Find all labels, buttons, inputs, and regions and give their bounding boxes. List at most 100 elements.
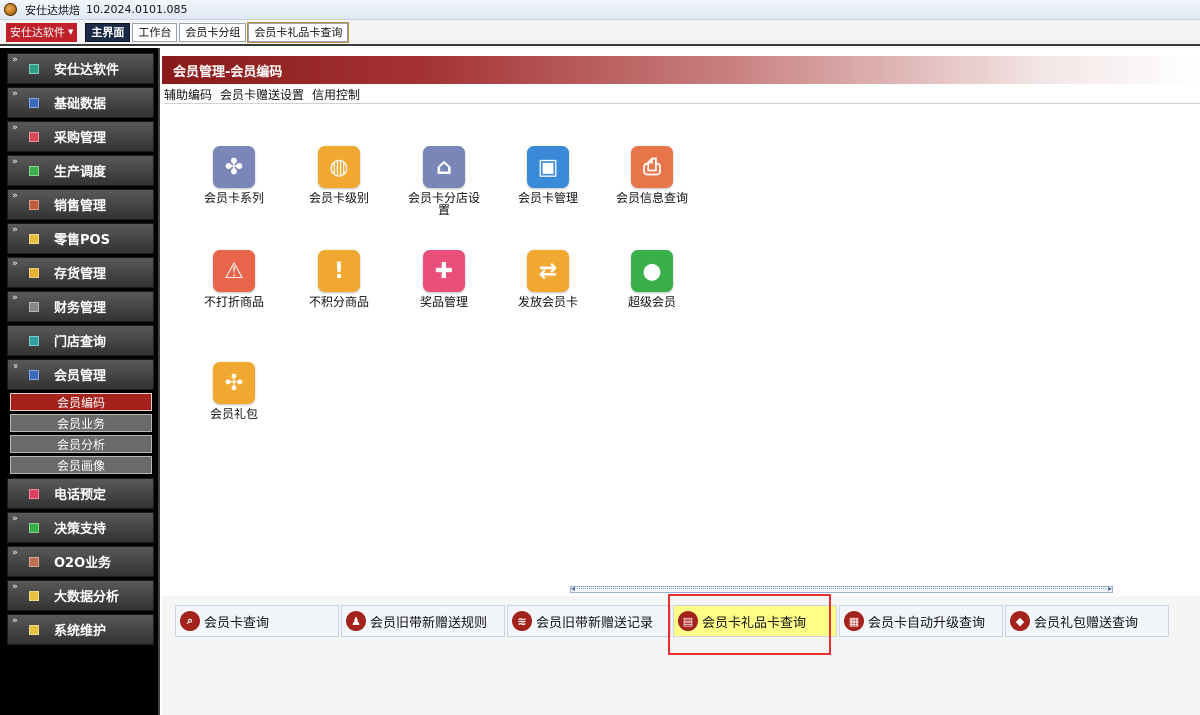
sidebar-subitem[interactable]: 会员编码 xyxy=(10,393,152,411)
layers-icon: ≋ xyxy=(512,611,532,631)
alert-icon: ! xyxy=(318,250,360,292)
sidebar-item-label: 门店查询 xyxy=(54,335,107,350)
function-tile[interactable]: ⌂ 会员卡分店设置 xyxy=(406,146,482,216)
scrollbar-thumb[interactable] xyxy=(577,588,1106,591)
sidebar-item[interactable]: » 财务管理 xyxy=(7,291,154,322)
page-title-text: 会员管理-会员编码 xyxy=(173,64,283,80)
window-version: 10.2024.0101.085 xyxy=(86,3,188,16)
sidebar-item[interactable]: » 零售POS xyxy=(7,223,154,254)
sidebar: » 安仕达软件 » 基础数据 » 采购管理 » 生产调度 » 销售管理 » 零售POS » 存货管理 » 财务… xyxy=(0,48,160,715)
sidebar-item-label: 系统维护 xyxy=(54,624,107,639)
chevron-icon: » xyxy=(12,548,18,558)
tag-icon: ◆ xyxy=(1010,611,1030,631)
scroll-right-icon[interactable]: ▸ xyxy=(1108,584,1112,593)
sidebar-subitem[interactable]: 会员分析 xyxy=(10,435,152,453)
module-icon xyxy=(29,63,39,74)
sidebar-item[interactable]: » 生产调度 xyxy=(7,155,154,186)
shortcut-label: 会员礼包赠送查询 xyxy=(1034,615,1139,631)
chevron-icon: » xyxy=(12,582,18,592)
function-label: 超级会员 xyxy=(627,295,676,309)
chevron-icon: » xyxy=(12,259,18,269)
function-tile[interactable]: ! 不积分商品 xyxy=(301,250,377,308)
horizontal-scrollbar[interactable]: ◂ ▸ xyxy=(570,584,1113,593)
function-tile[interactable]: ✚ 奖品管理 xyxy=(406,250,482,308)
function-label: 会员礼包 xyxy=(209,407,258,421)
coins-icon: ◍ xyxy=(318,146,360,188)
sidebar-item-label: 电话预定 xyxy=(54,488,107,503)
sidebar-item[interactable]: » 大数据分析 xyxy=(7,580,154,611)
brand-menu-button[interactable]: 安仕达软件 ▼ xyxy=(6,22,78,42)
shortcut-button[interactable]: ◆ 会员礼包赠送查询 xyxy=(1005,605,1169,637)
subnav-aux-code[interactable]: 辅助编码 xyxy=(164,86,212,103)
shortcut-button[interactable]: ♟ 会员旧带新赠送规则 xyxy=(341,605,505,637)
sidebar-subitem[interactable]: 会员业务 xyxy=(10,414,152,432)
page-title: 会员管理-会员编码 xyxy=(162,56,1200,84)
sidebar-item[interactable]: » 基础数据 xyxy=(7,87,154,118)
image-icon: ▦ xyxy=(844,611,864,631)
sidebar-item[interactable]: » 安仕达软件 xyxy=(7,53,154,84)
module-icon xyxy=(29,556,39,567)
chevron-icon: » xyxy=(12,616,18,626)
shortcut-button[interactable]: ▤ 会员卡礼品卡查询 xyxy=(673,605,837,637)
subnav-card-gift-settings[interactable]: 会员卡赠送设置 xyxy=(220,86,304,103)
chevron-icon: » xyxy=(12,123,18,133)
sidebar-item[interactable]: » 存货管理 xyxy=(7,257,154,288)
subnav-credit-control[interactable]: 信用控制 xyxy=(312,86,360,103)
sidebar-item[interactable]: » 系统维护 xyxy=(7,614,154,645)
sidebar-item-label: 决策支持 xyxy=(54,522,107,537)
tab-main[interactable]: 主界面 xyxy=(85,22,131,42)
function-tile[interactable]: ⎙ 会员信息查询 xyxy=(614,146,690,204)
grid-icon: ✤ xyxy=(213,146,255,188)
function-tile[interactable]: ◍ 会员卡级别 xyxy=(301,146,377,204)
window-title: 安仕达烘焙 xyxy=(25,3,80,17)
sidebar-item-label: O2O业务 xyxy=(54,556,112,571)
search-icon: ⌕ xyxy=(180,611,200,631)
sidebar-item[interactable]: » 决策支持 xyxy=(7,512,154,543)
module-icon xyxy=(29,97,39,108)
module-icon xyxy=(29,301,39,312)
function-label: 会员信息查询 xyxy=(615,191,688,205)
function-tile[interactable]: ▣ 会员卡管理 xyxy=(510,146,586,204)
module-icon xyxy=(29,267,39,278)
sidebar-item[interactable]: » 采购管理 xyxy=(7,121,154,152)
tab-gift-card-query[interactable]: 会员卡礼品卡查询 xyxy=(247,21,350,43)
sub-navigation: 辅助编码 会员卡赠送设置 信用控制 xyxy=(164,86,1200,104)
shortcut-button[interactable]: ▦ 会员卡自动升级查询 xyxy=(839,605,1003,637)
shortcut-button[interactable]: ≋ 会员旧带新赠送记录 xyxy=(507,605,671,637)
sidebar-item[interactable]: » 销售管理 xyxy=(7,189,154,220)
sidebar-item-label: 会员管理 xyxy=(54,369,107,384)
function-tile[interactable]: ✤ 会员卡系列 xyxy=(196,146,272,204)
sidebar-item[interactable]: »电话预定 xyxy=(7,478,154,509)
module-icon xyxy=(29,624,39,635)
function-tile[interactable]: ✣ 会员礼包 xyxy=(196,362,272,420)
chevron-icon: » xyxy=(9,363,20,369)
function-tile[interactable]: ● 超级会员 xyxy=(614,250,690,308)
chevron-icon: » xyxy=(12,293,18,303)
shortcut-label: 会员旧带新赠送记录 xyxy=(536,615,654,631)
chevron-icon: » xyxy=(12,191,18,201)
scroll-left-icon[interactable]: ◂ xyxy=(571,584,575,593)
function-label: 会员卡管理 xyxy=(517,191,578,205)
module-icon xyxy=(29,199,39,210)
shortcut-label: 会员卡礼品卡查询 xyxy=(702,615,807,631)
function-tile[interactable]: ⚠ 不打折商品 xyxy=(196,250,272,308)
title-bar: 安仕达烘焙 10.2024.0101.085 xyxy=(0,0,1200,20)
function-label: 发放会员卡 xyxy=(517,295,578,309)
card-manage-icon: ▣ xyxy=(527,146,569,188)
tab-card-group[interactable]: 会员卡分组 xyxy=(179,22,247,42)
module-icon xyxy=(29,488,39,499)
sidebar-item[interactable]: » O2O业务 xyxy=(7,546,154,577)
tab-workbench[interactable]: 工作台 xyxy=(132,22,178,42)
sidebar-item-label: 大数据分析 xyxy=(54,590,120,605)
sidebar-item-label: 安仕达软件 xyxy=(54,63,120,78)
card-icon: ▤ xyxy=(678,611,698,631)
module-icon xyxy=(29,165,39,176)
shortcut-button[interactable]: ⌕ 会员卡查询 xyxy=(175,605,339,637)
chevron-icon: » xyxy=(12,157,18,167)
module-icon xyxy=(29,131,39,142)
sidebar-subitem[interactable]: 会员画像 xyxy=(10,456,152,474)
person-icon: ♟ xyxy=(346,611,366,631)
sidebar-item[interactable]: »门店查询 xyxy=(7,325,154,356)
sidebar-item[interactable]: » 会员管理 xyxy=(7,359,154,390)
function-tile[interactable]: ⇄ 发放会员卡 xyxy=(510,250,586,308)
